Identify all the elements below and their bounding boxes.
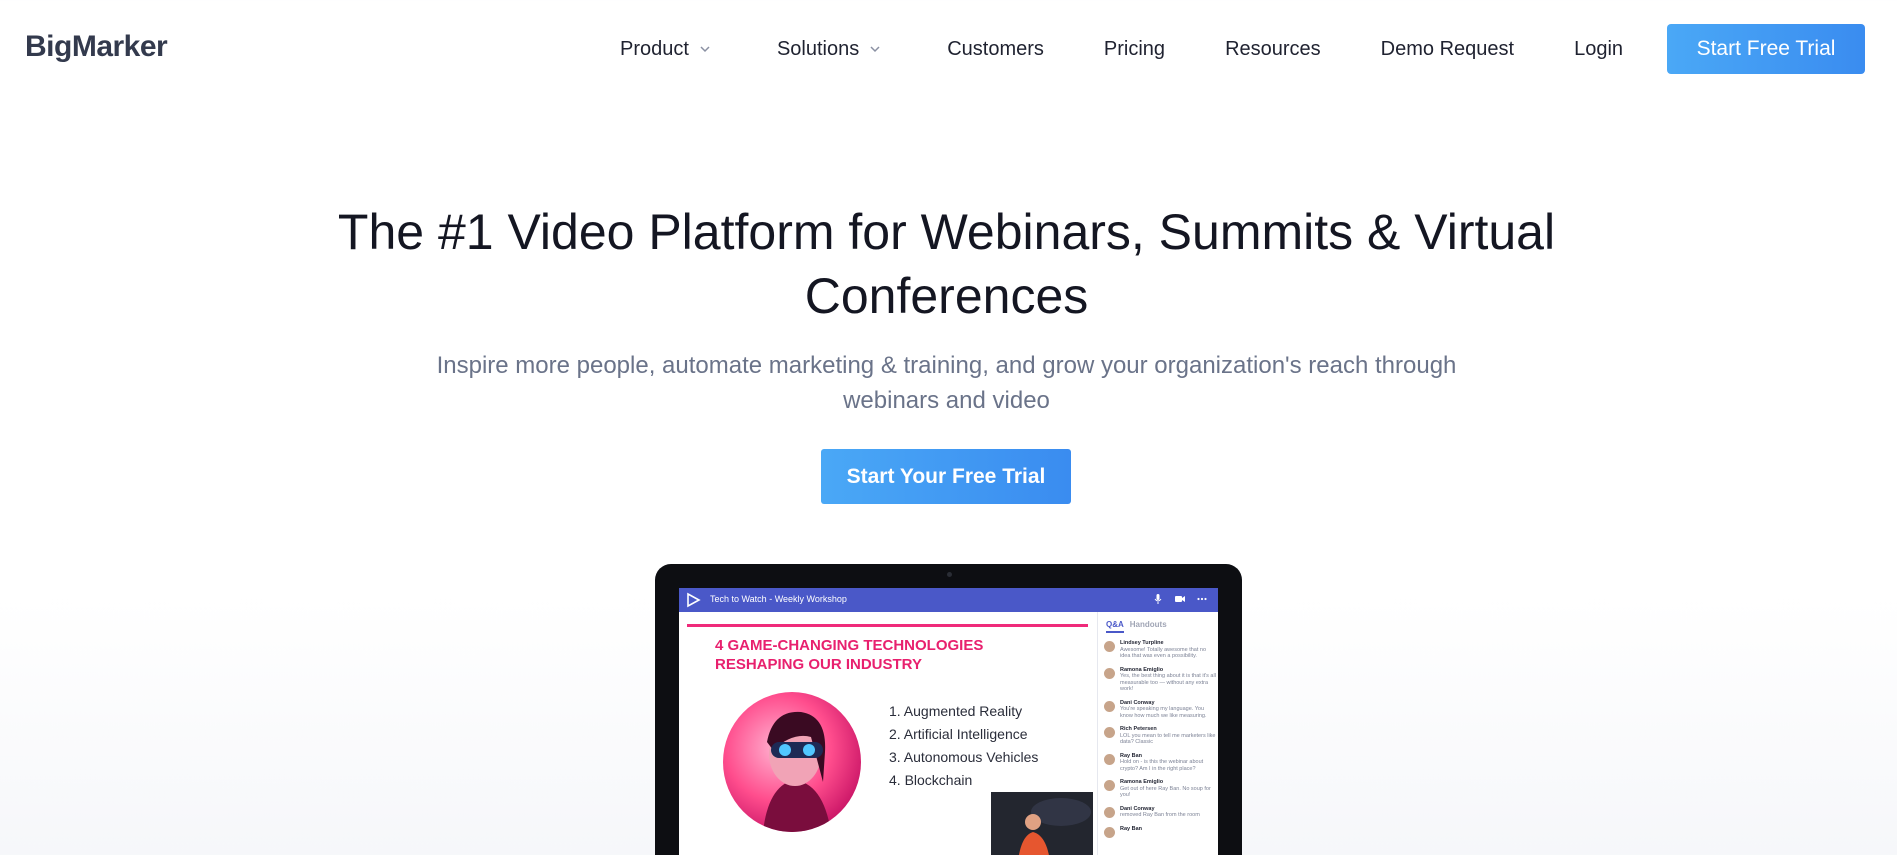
message-text: You're speaking my language. You know ho… [1120,706,1207,719]
message-author: Ray Ban [1120,825,1143,832]
nav-solutions-label: Solutions [776,37,860,60]
nav-login[interactable]: Login [1574,38,1623,61]
qa-side-panel: Q&A Handouts Lindsey Turpline Awesome! To… [1097,612,1218,855]
chevron-down-icon [870,46,880,53]
nav-solutions[interactable]: Solutions [777,38,881,61]
laptop-screen: Tech to Watch - Weekly Workshop 4 GAME-C… [679,588,1218,855]
presenter-illustration [991,792,1093,855]
more-icon [1197,597,1207,601]
app-controls [1152,593,1208,605]
chat-message: Ramona Emiglio Yes, the best thing about … [1104,667,1216,693]
webinar-app-bar: Tech to Watch - Weekly Workshop [679,588,1218,612]
avatar [1104,806,1115,818]
nav-resources[interactable]: Resources [1225,38,1321,61]
avatar [1104,780,1115,791]
chat-message: Dani Conway removed Ray Ban from the room [1104,806,1216,819]
slide-list: 1. Augmented Reality 2. Artificial Intel… [889,700,1038,792]
list-item: 2. Artificial Intelligence [889,726,1028,742]
avatar [1104,753,1115,765]
laptop-mockup: Tech to Watch - Weekly Workshop 4 GAME-C… [655,564,1242,855]
chevron-down-icon [700,46,710,53]
camera-icon [1175,596,1185,602]
message-text: Get out of here Ray Ban. No soup for you… [1120,785,1211,799]
avatar [1104,700,1115,712]
laptop-camera [947,572,952,577]
microphone-icon [1154,594,1162,604]
chat-message: Lindsey Turpline Awesome! Totally awesome… [1104,640,1216,660]
start-your-free-trial-button[interactable]: Start Your Free Trial [821,449,1071,504]
chat-message: Ray Ban Hold on - is this the webinar abo… [1104,753,1216,773]
nav-product-label: Product [620,37,689,60]
avatar [1104,826,1115,838]
vr-headset-portrait [723,692,861,832]
slide-accent-line [687,624,1088,627]
hero-subtitle: Inspire more people, automate marketing … [436,352,1457,414]
chat-message: Rich Petersen LOL you mean to tell me mar… [1104,726,1216,746]
avatar [1104,727,1115,738]
chat-message: Ray Ban [1104,826,1216,838]
panel-tabs: Q&A Handouts [1106,620,1167,633]
chat-message: Dani Conway You're speaking my language. … [1104,700,1216,720]
avatar [1104,641,1115,652]
message-text: Awesome! Totally awesome that no idea th… [1120,646,1207,660]
list-item: 1. Augmented Reality [889,703,1023,719]
nav-product[interactable]: Product [620,38,711,61]
site-header: BigMarker Product Solutions Customers Pr… [0,0,1897,98]
avatar [1104,667,1115,679]
portrait-illustration [763,711,831,832]
message-text: removed Ray Ban from the room [1120,812,1200,818]
hero-title: The #1 Video Platform for Webinars, Summ… [337,204,1556,324]
bigmarker-logo[interactable]: BigMarker [25,30,168,64]
start-free-trial-button[interactable]: Start Free Trial [1667,24,1865,74]
play-logo-icon [687,592,701,608]
slide-heading: 4 GAME-CHANGING TECHNOLOGIES RESHAPING O… [715,637,984,673]
main-nav: Product Solutions Customers Pricing Reso… [620,26,1623,72]
message-text: Hold on - is this the webinar about cryp… [1120,759,1204,772]
nav-pricing[interactable]: Pricing [1104,38,1165,61]
list-item: 3. Autonomous Vehicles [889,749,1039,765]
list-item: 4. Blockchain [889,772,973,788]
tab-qa[interactable]: Q&A [1106,620,1124,633]
tab-handouts[interactable]: Handouts [1130,620,1167,633]
chat-message: Ramona Emiglio Get out of here Ray Ban. N… [1104,779,1216,799]
presenter-video[interactable] [991,792,1093,855]
presentation-slide: 4 GAME-CHANGING TECHNOLOGIES RESHAPING O… [679,612,1095,855]
message-text: Yes, the best thing about it is that it'… [1120,673,1216,692]
message-text: LOL you mean to tell me marketers like d… [1120,732,1216,746]
chat-messages: Lindsey Turpline Awesome! Totally awesome… [1104,640,1216,845]
nav-demo-request[interactable]: Demo Request [1381,38,1514,61]
nav-customers[interactable]: Customers [947,38,1044,61]
webinar-title: Tech to Watch - Weekly Workshop [710,594,847,604]
